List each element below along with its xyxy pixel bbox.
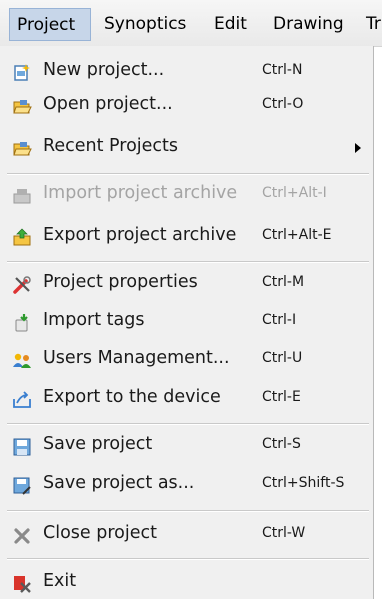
project-menu: New project... Ctrl-N Open project... Ct… [0, 46, 374, 599]
shortcut: Ctrl+Shift-S [262, 475, 345, 491]
recent-folder-icon [13, 142, 32, 156]
menu-item-label: Save project as... [43, 473, 195, 493]
shortcut: Ctrl-N [262, 62, 303, 78]
menu-separator [7, 173, 369, 175]
menubar: Project Synoptics Edit Drawing Tr [0, 0, 382, 47]
menu-item-label: Export project archive [43, 225, 237, 245]
menu-item-recent-projects[interactable]: Recent Projects [0, 129, 372, 167]
menu-item-label: Users Management... [43, 348, 230, 368]
menubar-project[interactable]: Project [9, 8, 91, 41]
menu-item-label: Save project [43, 434, 153, 454]
menu-item-export-archive[interactable]: Export project archive Ctrl+Alt-E [0, 218, 372, 256]
menu-item-label: Export to the device [43, 387, 221, 407]
new-project-icon [14, 64, 30, 81]
exit-icon [14, 576, 31, 593]
menubar-synoptics[interactable]: Synoptics [104, 8, 186, 41]
import-archive-icon [13, 189, 31, 204]
menu-item-label: Open project... [43, 94, 173, 114]
shortcut: Ctrl-I [262, 312, 297, 328]
menu-item-close-project[interactable]: Close project Ctrl-W [0, 516, 372, 554]
save-as-icon [13, 477, 31, 495]
menu-item-label: Exit [43, 571, 77, 591]
menu-item-save-project-as[interactable]: Save project as... Ctrl+Shift-S [0, 466, 372, 504]
open-folder-icon [13, 100, 32, 114]
tools-icon [13, 276, 31, 294]
menu-item-import-archive[interactable]: Import project archive Ctrl+Alt-I [0, 176, 372, 214]
menu-item-import-tags[interactable]: Import tags Ctrl-I [0, 303, 372, 341]
menu-item-label: Project properties [43, 272, 198, 292]
menu-item-label: Import tags [43, 310, 145, 330]
shortcut: Ctrl-U [262, 350, 303, 366]
menu-item-users-management[interactable]: Users Management... Ctrl-U [0, 341, 372, 379]
shortcut: Ctrl+Alt-I [262, 185, 327, 201]
shortcut: Ctrl-E [262, 389, 301, 405]
menubar-drawing[interactable]: Drawing [273, 8, 344, 41]
shortcut: Ctrl-O [262, 96, 304, 112]
menu-item-label: Recent Projects [43, 136, 179, 156]
submenu-arrow-icon [355, 143, 361, 153]
menu-item-new-project[interactable]: New project... Ctrl-N [0, 53, 372, 91]
shortcut: Ctrl-S [262, 436, 301, 452]
shortcut: Ctrl+Alt-E [262, 227, 332, 243]
save-icon [13, 438, 31, 456]
menubar-tr[interactable]: Tr [366, 8, 381, 41]
menu-separator [7, 261, 369, 263]
menu-item-project-properties[interactable]: Project properties Ctrl-M [0, 265, 372, 303]
export-archive-icon [13, 228, 31, 246]
menu-item-save-project[interactable]: Save project Ctrl-S [0, 427, 372, 465]
menu-item-exit[interactable]: Exit [0, 564, 372, 602]
menu-item-label: Close project [43, 523, 157, 543]
close-icon [14, 528, 30, 544]
import-tags-icon [15, 314, 28, 332]
menu-item-label: Import project archive [43, 183, 238, 203]
shortcut: Ctrl-M [262, 274, 305, 290]
menubar-edit[interactable]: Edit [214, 8, 247, 41]
menu-item-export-device[interactable]: Export to the device Ctrl-E [0, 380, 372, 418]
menu-separator [7, 423, 369, 425]
menu-separator [7, 510, 369, 512]
menu-item-open-project[interactable]: Open project... Ctrl-O [0, 87, 372, 125]
export-device-icon [13, 391, 31, 408]
users-icon [13, 353, 31, 368]
shortcut: Ctrl-W [262, 525, 306, 541]
menu-item-label: New project... [43, 60, 165, 80]
menu-separator [7, 558, 369, 560]
